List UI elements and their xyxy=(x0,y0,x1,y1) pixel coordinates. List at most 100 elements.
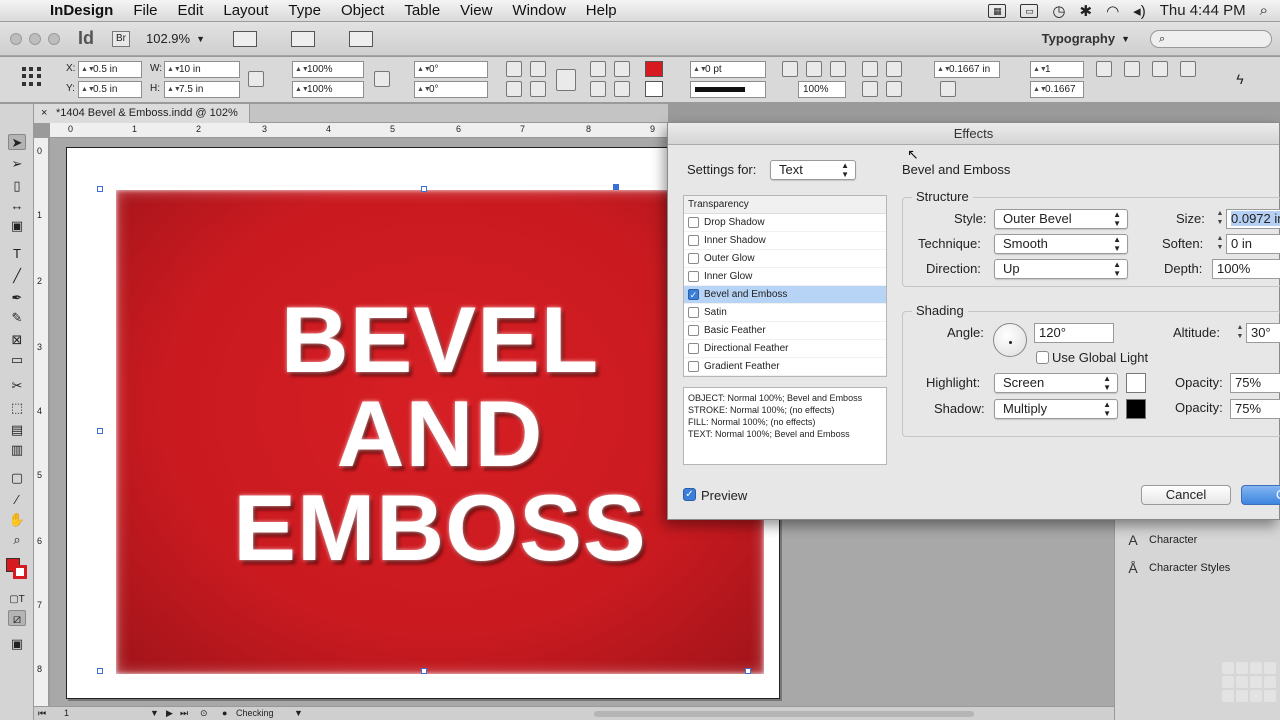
selection-handle[interactable] xyxy=(745,668,751,674)
checkbox[interactable] xyxy=(688,325,699,336)
constrain-proportions-icon[interactable] xyxy=(248,71,264,87)
select-container-icon[interactable] xyxy=(590,61,606,77)
first-page-icon[interactable]: ⏮ xyxy=(38,707,46,720)
shear-angle-field[interactable]: ▲▼ 0° xyxy=(414,81,488,98)
opacity-field[interactable]: 100% xyxy=(798,81,846,98)
shadow-opacity-input[interactable]: 75% xyxy=(1230,399,1280,419)
chevron-down-icon[interactable]: ▼ xyxy=(196,34,205,44)
apply-none-icon[interactable]: ⧄ xyxy=(8,610,26,626)
last-page-icon[interactable]: ⏭ xyxy=(180,707,188,720)
type-tool-icon[interactable]: T xyxy=(8,246,26,262)
select-previous-icon[interactable] xyxy=(590,81,606,97)
align-top-icon[interactable] xyxy=(862,81,878,97)
list-item-outer-glow[interactable]: Outer Glow xyxy=(684,250,886,268)
close-icon[interactable]: × xyxy=(41,104,47,123)
content-collector-icon[interactable]: ▣ xyxy=(8,218,26,234)
depth-input[interactable]: 100% xyxy=(1212,259,1280,279)
checkbox[interactable] xyxy=(688,361,699,372)
highlight-color-swatch[interactable] xyxy=(1126,373,1146,393)
bridge-button[interactable]: Br xyxy=(112,30,130,47)
style-select[interactable]: Outer Bevel ▲ ▼ xyxy=(994,209,1128,229)
highlight-opacity-input[interactable]: 75% xyxy=(1230,373,1280,393)
select-content-icon[interactable] xyxy=(614,61,630,77)
rectangle-frame-tool-icon[interactable]: ⊠ xyxy=(8,332,26,348)
gradient-swatch-tool-icon[interactable]: ▤ xyxy=(8,422,26,438)
selection-handle[interactable] xyxy=(421,668,427,674)
stroke-color-box[interactable] xyxy=(13,565,27,579)
selection-handle[interactable] xyxy=(97,186,103,192)
close-window-button[interactable] xyxy=(10,32,22,45)
use-global-light-checkbox[interactable] xyxy=(1036,351,1049,364)
page-menu-arrow-icon[interactable]: ▼ xyxy=(150,707,159,720)
list-item-inner-glow[interactable]: Inner Glow xyxy=(684,268,886,286)
view-options-button[interactable] xyxy=(233,30,258,47)
altitude-input[interactable]: 30° xyxy=(1246,323,1280,343)
document-tab[interactable]: × *1404 Bevel & Emboss.indd @ 102% xyxy=(34,104,250,123)
wrap-none-icon[interactable] xyxy=(862,61,878,77)
display-icon[interactable]: ▭ xyxy=(1020,3,1039,18)
lightning-icon[interactable]: ϟ xyxy=(1232,71,1248,87)
checkbox[interactable] xyxy=(688,307,699,318)
list-item-basic-feather[interactable]: Basic Feather xyxy=(684,322,886,340)
next-page-icon[interactable]: ▶ xyxy=(166,707,173,720)
settings-for-select[interactable]: Text ▲ ▼ xyxy=(770,160,856,180)
altitude-stepper[interactable]: ▲ ▼ xyxy=(1234,323,1246,343)
page-tool-icon[interactable]: ▯ xyxy=(8,178,26,194)
stroke-type-select[interactable] xyxy=(690,81,766,98)
zoom-window-button[interactable] xyxy=(48,32,60,45)
checkbox[interactable] xyxy=(688,343,699,354)
page-number-field[interactable]: 1 xyxy=(64,707,69,720)
menu-object[interactable]: Object xyxy=(331,2,394,19)
corner-options-icon[interactable] xyxy=(940,81,956,97)
text-frame-options-icon[interactable] xyxy=(782,61,798,77)
preflight-status[interactable]: Checking xyxy=(236,707,274,720)
character-panel-tab[interactable]: A Character xyxy=(1125,526,1197,554)
drop-shadow-icon[interactable] xyxy=(806,61,822,77)
checkmark-icon[interactable]: ✓ xyxy=(688,289,699,300)
checkbox[interactable] xyxy=(688,271,699,282)
menu-file[interactable]: File xyxy=(123,2,167,19)
menu-edit[interactable]: Edit xyxy=(168,2,214,19)
select-next-icon[interactable] xyxy=(614,81,630,97)
menu-clock[interactable]: Thu 4:44 PM xyxy=(1160,2,1246,19)
shadow-color-swatch[interactable] xyxy=(1126,399,1146,419)
list-item-directional-feather[interactable]: Directional Feather xyxy=(684,340,886,358)
vertical-ruler[interactable]: 0 1 2 3 4 5 6 7 8 xyxy=(34,138,49,706)
scale-y-field[interactable]: ▲▼ 100% xyxy=(292,81,364,98)
cancel-button[interactable]: Cancel xyxy=(1141,485,1231,505)
align-center-icon[interactable] xyxy=(1124,61,1140,77)
keyboard-icon[interactable]: ▦ xyxy=(988,3,1007,18)
reference-point-icon[interactable] xyxy=(22,67,42,87)
checkbox[interactable] xyxy=(688,217,699,228)
free-transform-tool-icon[interactable]: ⬚ xyxy=(8,400,26,416)
y-position-field[interactable]: ▲▼ 0.5 in xyxy=(78,81,142,98)
stroke-swatch[interactable] xyxy=(645,81,663,97)
wifi-icon[interactable]: ◠ xyxy=(1106,2,1119,20)
rotate-ccw-icon[interactable] xyxy=(530,61,546,77)
align-center-icon[interactable] xyxy=(886,81,902,97)
spotlight-icon[interactable]: ⌕ xyxy=(1260,2,1268,19)
menu-layout[interactable]: Layout xyxy=(213,2,278,19)
minimize-window-button[interactable] xyxy=(29,32,41,45)
direct-selection-tool-icon[interactable]: ➢ xyxy=(8,156,26,172)
workspace-switcher[interactable]: Typography xyxy=(1042,31,1115,46)
transparency-item[interactable]: Transparency xyxy=(684,196,886,214)
gradient-feather-tool-icon[interactable]: ▥ xyxy=(8,442,26,458)
character-styles-panel-tab[interactable]: Å Character Styles xyxy=(1125,554,1230,582)
align-left-icon[interactable] xyxy=(1096,61,1112,77)
height-field[interactable]: ▲▼ 7.5 in xyxy=(164,81,240,98)
rotation-angle-field[interactable]: ▲▼ 0° xyxy=(414,61,488,78)
menu-window[interactable]: Window xyxy=(502,2,575,19)
zoom-level[interactable]: 102.9% xyxy=(146,31,190,46)
highlight-mode-select[interactable]: Screen ▲ ▼ xyxy=(994,373,1118,393)
open-document-icon[interactable]: ⊙ xyxy=(200,707,208,720)
selection-handle[interactable] xyxy=(97,428,103,434)
horizontal-ruler[interactable]: 0 1 2 3 4 5 6 7 8 9 xyxy=(50,123,668,138)
soften-input[interactable]: 0 in xyxy=(1226,234,1280,254)
list-item-inner-shadow[interactable]: Inner Shadow xyxy=(684,232,886,250)
list-item-satin[interactable]: Satin xyxy=(684,304,886,322)
direction-select[interactable]: Up ▲ ▼ xyxy=(994,259,1128,279)
selection-handle[interactable] xyxy=(421,186,427,192)
angle-dial-icon[interactable] xyxy=(993,323,1027,357)
size-stepper[interactable]: ▲ ▼ xyxy=(1214,209,1226,229)
